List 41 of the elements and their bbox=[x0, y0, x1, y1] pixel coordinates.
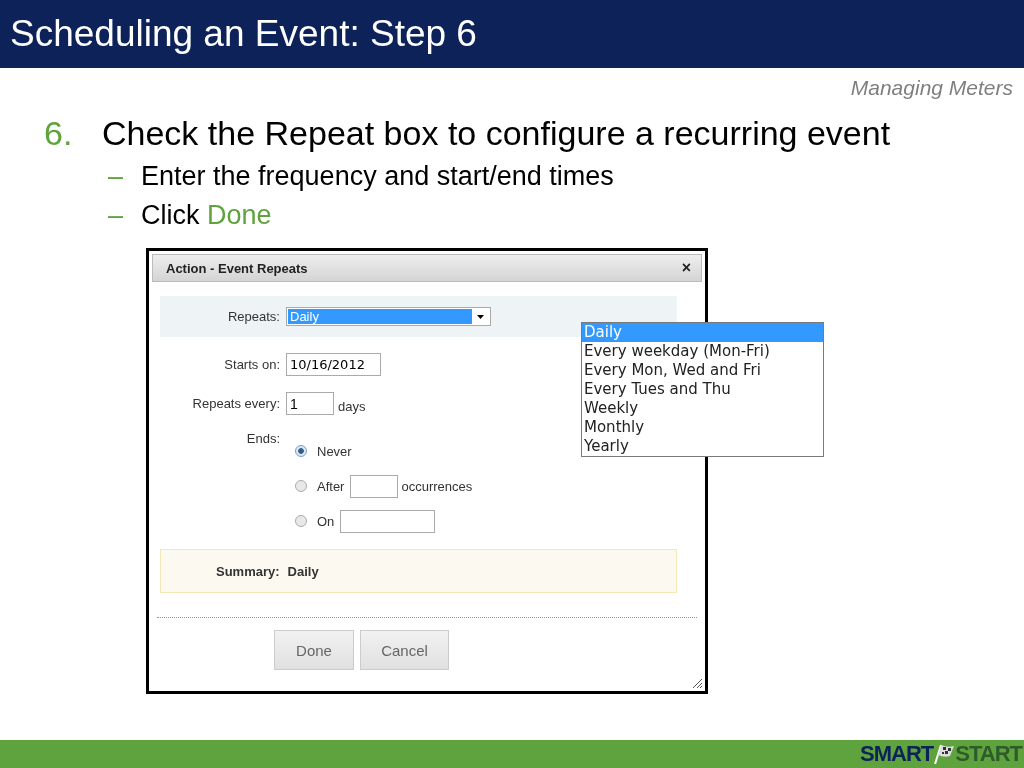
option-label: On bbox=[317, 513, 335, 529]
radio-button[interactable] bbox=[295, 515, 307, 527]
slide-title: Scheduling an Event: Step 6 bbox=[10, 13, 477, 55]
dash-marker: – bbox=[108, 200, 125, 231]
substep-text: Enter the frequency and start/end times bbox=[141, 161, 614, 192]
step-number: 6. bbox=[44, 114, 74, 153]
caret-icon bbox=[477, 314, 484, 319]
option-label: After bbox=[317, 478, 345, 494]
count-field[interactable] bbox=[350, 474, 399, 498]
logo-text: START bbox=[955, 741, 1022, 767]
substep-text: Click Done bbox=[141, 200, 272, 231]
dropdown-option[interactable]: Every weekday (Mon-Fri) bbox=[582, 342, 823, 361]
dash-marker: – bbox=[108, 161, 125, 192]
resize-grip-icon bbox=[692, 678, 703, 689]
summary-label: Summary: bbox=[216, 563, 280, 579]
option-label: Never bbox=[317, 443, 352, 459]
date-field[interactable] bbox=[340, 509, 436, 533]
step-text: Check the Repeat box to configure a recurring event bbox=[102, 114, 891, 153]
field-label: Repeats: bbox=[226, 309, 280, 324]
unit-label: days bbox=[338, 399, 366, 414]
section-label: Managing Meters bbox=[850, 76, 1013, 100]
checkered-flag-icon bbox=[933, 744, 956, 764]
radio-button[interactable] bbox=[295, 445, 307, 457]
logo-text: SMART bbox=[860, 741, 934, 767]
field-label: Repeats every: bbox=[191, 396, 280, 411]
field-label: Ends: bbox=[245, 431, 280, 448]
date-field[interactable]: 10/16/2012 bbox=[286, 353, 381, 376]
dropdown-option[interactable]: Weekly bbox=[582, 399, 823, 418]
interval-field[interactable]: 1 bbox=[286, 392, 334, 415]
field-label: Starts on: bbox=[223, 357, 280, 372]
unit-label: occurrences bbox=[401, 478, 473, 494]
dropdown-option[interactable]: Every Tues and Thu bbox=[582, 380, 823, 399]
close-button[interactable]: × bbox=[681, 259, 691, 277]
done-button[interactable]: Done bbox=[274, 630, 354, 670]
cancel-button[interactable]: Cancel bbox=[360, 630, 449, 670]
dropdown-option[interactable]: Every Mon, Wed and Fri bbox=[582, 361, 823, 380]
dialog-title: Action - Event Repeats bbox=[166, 260, 308, 276]
radio-button[interactable] bbox=[295, 480, 307, 492]
summary-value: Daily bbox=[287, 563, 319, 579]
dropdown-option[interactable]: Yearly bbox=[582, 437, 823, 456]
dropdown-option[interactable]: Monthly bbox=[582, 418, 823, 437]
